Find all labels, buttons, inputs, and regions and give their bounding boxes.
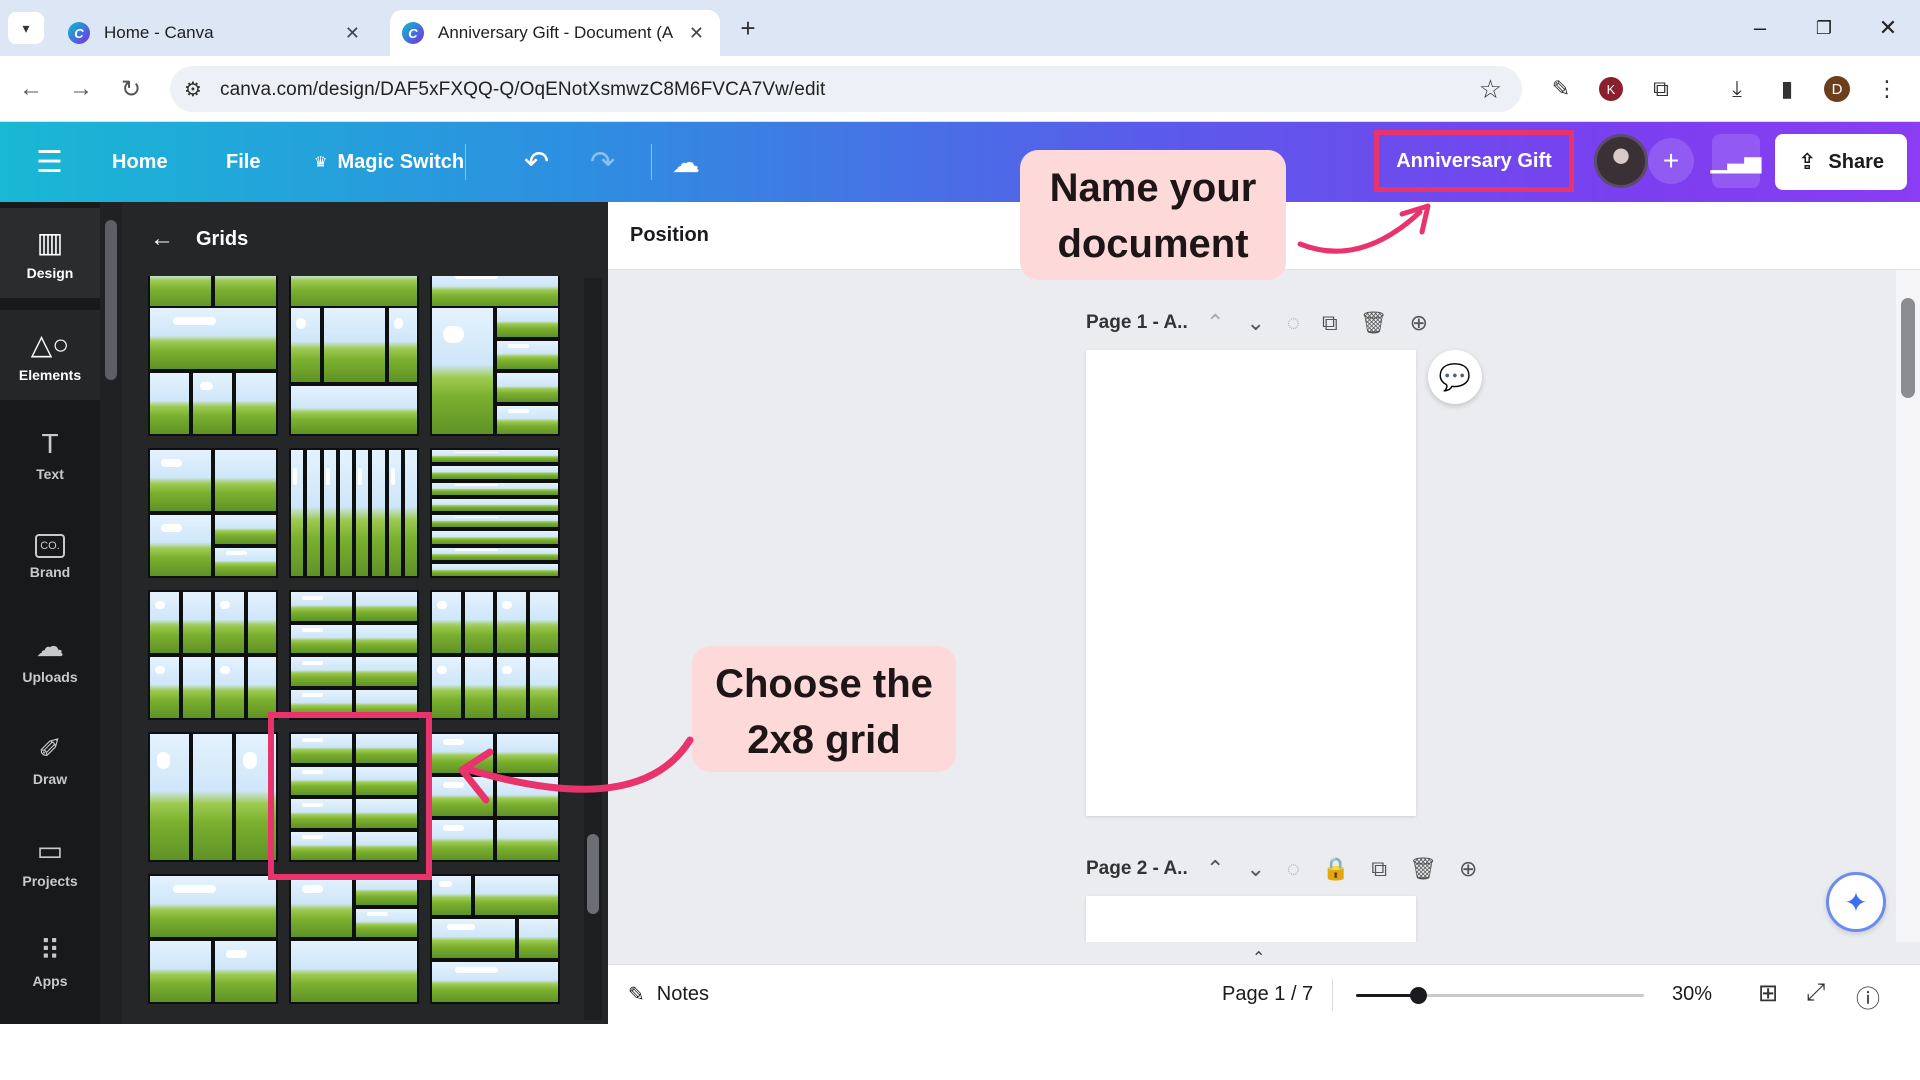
annotation-arrows [458,203,1431,804]
arrow-to-document-name [1297,209,1423,254]
arrow-to-grid [466,736,694,793]
